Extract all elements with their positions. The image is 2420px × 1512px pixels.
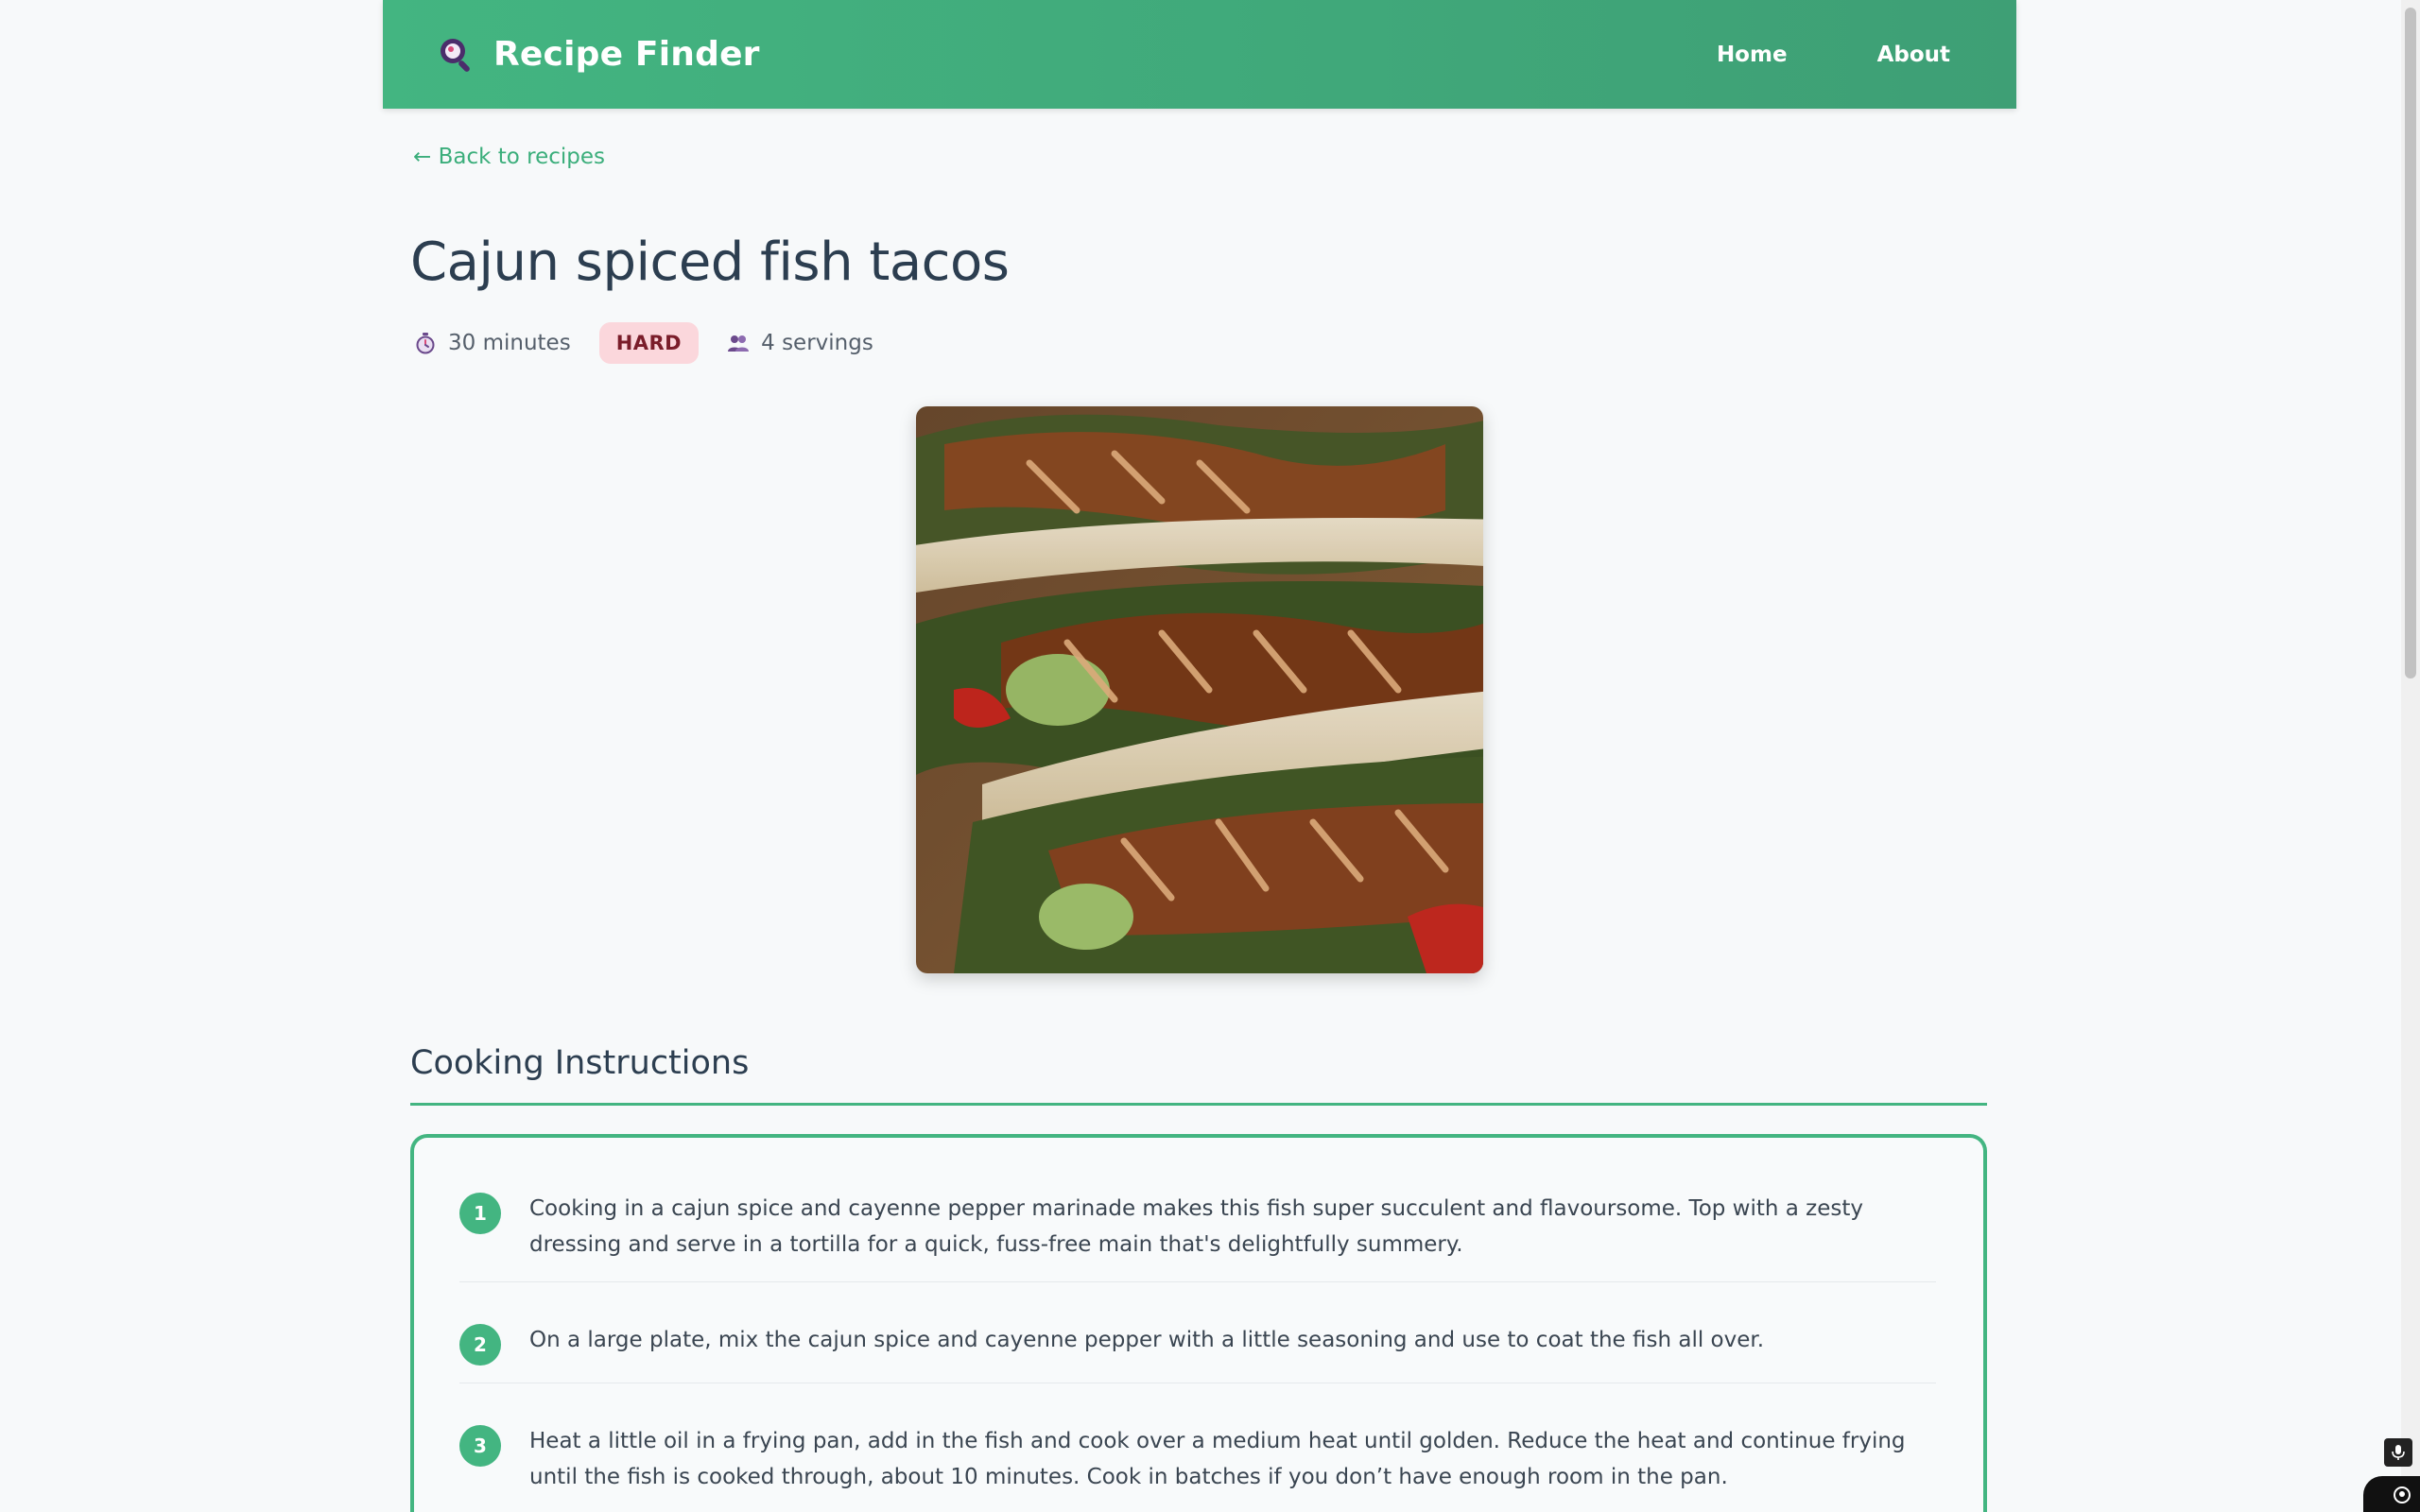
vertical-scrollbar[interactable] (2401, 0, 2420, 1512)
step-number: 2 (459, 1324, 501, 1366)
nav-about-link[interactable]: About (1877, 43, 1950, 67)
brand-title: Recipe Finder (493, 35, 760, 74)
main-nav: Home About (1717, 43, 1950, 67)
scrollbar-thumb[interactable] (2405, 8, 2416, 679)
people-icon (728, 335, 750, 352)
assistant-widget[interactable] (2363, 1476, 2420, 1512)
step-text: Cooking in a cajun spice and cayenne pep… (529, 1196, 1864, 1257)
section-divider (410, 1103, 1987, 1106)
magnifier-logo-icon (441, 38, 470, 72)
recipe-image (916, 406, 1483, 973)
instructions-list: 1 Cooking in a cajun spice and cayenne p… (410, 1134, 1987, 1512)
assistant-icon (2394, 1486, 2411, 1503)
instructions-heading: Cooking Instructions (410, 1044, 750, 1082)
brand[interactable]: Recipe Finder (437, 35, 760, 75)
top-header: Recipe Finder Home About (383, 0, 2016, 109)
step-text: Heat a little oil in a frying pan, add i… (529, 1429, 1906, 1489)
microphone-button[interactable] (2384, 1438, 2412, 1467)
instruction-step: 3 Heat a little oil in a frying pan, add… (459, 1383, 1936, 1495)
page: Recipe Finder Home About ← Back to recip… (0, 0, 2420, 1512)
cook-time-label: 30 minutes (448, 331, 571, 355)
servings-label: 4 servings (761, 331, 873, 355)
instruction-step: 1 Cooking in a cajun spice and cayenne p… (459, 1191, 1936, 1282)
step-text: On a large plate, mix the cajun spice an… (529, 1328, 1765, 1352)
recipe-title: Cajun spiced fish tacos (410, 232, 1010, 293)
instruction-step: 2 On a large plate, mix the cajun spice … (459, 1282, 1936, 1383)
nav-home-link[interactable]: Home (1717, 43, 1788, 67)
recipe-meta: 30 minutes HARD 4 servings (414, 321, 873, 365)
step-number: 3 (459, 1425, 501, 1467)
difficulty-badge: HARD (598, 322, 700, 364)
servings: 4 servings (727, 331, 873, 355)
fish-tacos-photo (916, 406, 1483, 973)
cook-time: 30 minutes (414, 331, 571, 355)
stopwatch-icon (416, 333, 435, 354)
microphone-icon (2392, 1445, 2405, 1460)
step-number: 1 (459, 1193, 501, 1234)
back-to-recipes-link[interactable]: ← Back to recipes (413, 145, 605, 169)
